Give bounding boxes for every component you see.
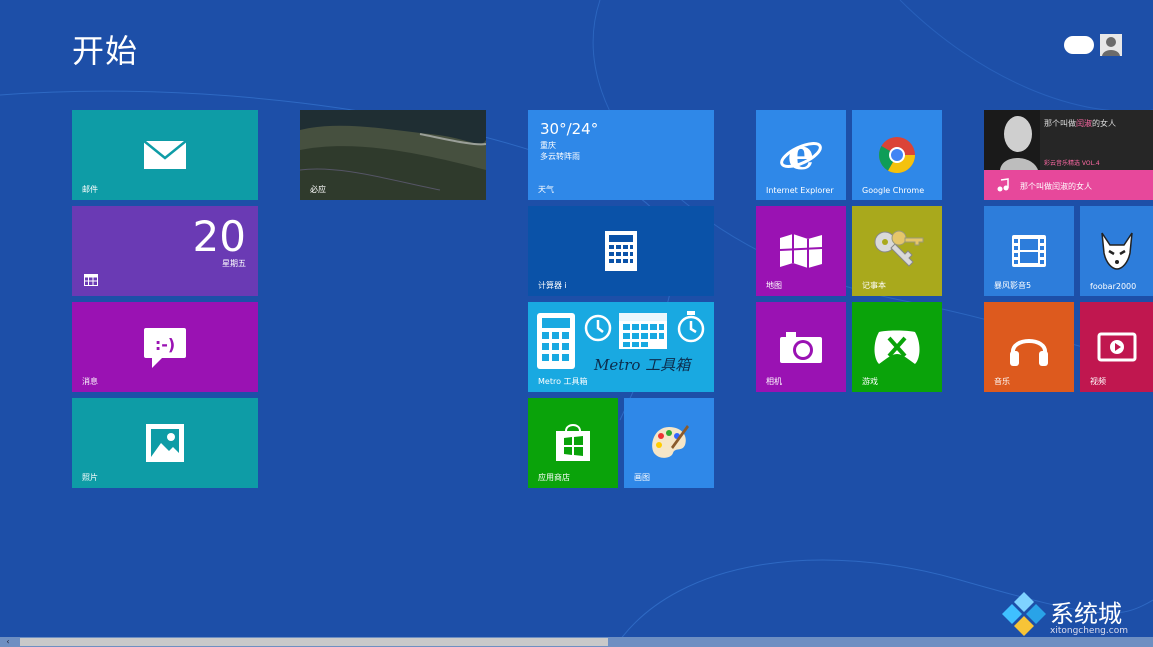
user-icon: [1102, 37, 1120, 56]
headphones-icon: [1010, 339, 1048, 366]
tile-calculator[interactable]: 计算器 i: [528, 206, 714, 296]
scroll-left-icon[interactable]: ‹: [0, 637, 16, 647]
tile-xbox-games[interactable]: 游戏: [852, 302, 942, 392]
photos-icon: [146, 424, 184, 462]
diamond-logo-icon: [1002, 592, 1046, 636]
tile-camera[interactable]: 相机: [756, 302, 846, 392]
tile-mail[interactable]: 邮件: [72, 110, 258, 200]
calendar-date: 20: [192, 212, 246, 261]
tile-video-player[interactable]: 暴风影音5: [984, 206, 1074, 296]
paint-palette-icon: [652, 425, 689, 458]
tile-label: 暴风影音5: [994, 281, 1032, 290]
tile-label: 天气: [538, 185, 554, 194]
tile-store[interactable]: 应用商店: [528, 398, 618, 488]
stopwatch-icon: [677, 311, 705, 343]
mail-icon: [143, 140, 187, 169]
tile-label: 应用商店: [538, 473, 570, 482]
singer-photo: [984, 110, 1040, 170]
keys-icon: [874, 230, 924, 267]
clock-icon: [584, 314, 612, 342]
page-title: 开始: [72, 32, 139, 70]
weather-condition: 多云转阵雨: [540, 152, 580, 161]
tile-label: Internet Explorer: [766, 186, 834, 195]
tile-label: 相机: [766, 377, 782, 386]
tile-metro-tools[interactable]: Metro 工具箱 Metro 工具箱: [528, 302, 714, 392]
avatar[interactable]: [1100, 34, 1122, 56]
tile-music[interactable]: 音乐: [984, 302, 1074, 392]
user-name: [1064, 36, 1094, 54]
watermark-url: xitongcheng.com: [1050, 626, 1128, 636]
tile-photos[interactable]: 照片: [72, 398, 258, 488]
scroll-thumb[interactable]: [20, 638, 608, 646]
camera-icon: [780, 332, 822, 363]
metro-tools-logo-text: Metro 工具箱: [594, 356, 691, 374]
tile-label: 照片: [82, 473, 98, 482]
tile-paint[interactable]: 画图: [624, 398, 714, 488]
chrome-icon: [878, 137, 915, 174]
tile-weather[interactable]: 30°/24° 重庆 多云转阵雨 天气: [528, 110, 714, 200]
tile-keys[interactable]: 记事本: [852, 206, 942, 296]
chat-smiley-icon: :-): [144, 328, 186, 368]
calculator-icon: [605, 231, 637, 271]
tile-google-chrome[interactable]: Google Chrome: [852, 110, 942, 200]
tile-calendar[interactable]: 20 星期五: [72, 206, 258, 296]
tile-maps[interactable]: 地图: [756, 206, 846, 296]
tile-label: Metro 工具箱: [538, 377, 588, 386]
tile-label: 消息: [82, 377, 98, 386]
tile-label: 必应: [310, 185, 326, 194]
tile-label: Google Chrome: [862, 186, 925, 195]
aerial-photo: [300, 110, 486, 200]
tile-label: 计算器 i: [538, 281, 567, 290]
tile-messaging[interactable]: :-) 消息: [72, 302, 258, 392]
calculator-icon: [537, 313, 575, 369]
tile-bing-photo[interactable]: 必应: [300, 110, 486, 200]
hero-bar-label: 那个叫做闰淑的女人: [1020, 182, 1092, 191]
music-note-icon: [997, 178, 1009, 192]
hero-headline-tail: 的女人: [1092, 119, 1116, 128]
weather-temperature: 30°/24°: [540, 120, 599, 138]
tile-label: 邮件: [82, 185, 98, 194]
store-bag-icon: [556, 424, 590, 461]
tile-label: 地图: [766, 281, 782, 290]
tile-label: 记事本: [862, 281, 886, 290]
svg-text::-): :-): [155, 335, 175, 354]
tile-label: foobar2000: [1090, 282, 1137, 291]
tile-label: 游戏: [862, 377, 878, 386]
user-account[interactable]: [1064, 34, 1122, 56]
xbox-controller-icon: [874, 330, 920, 364]
calendar-icon: [84, 274, 98, 286]
internet-explorer-icon: e: [780, 133, 822, 177]
hero-subtitle: 彩云音乐精选 VOL.4: [1044, 160, 1100, 167]
tile-internet-explorer[interactable]: e Internet Explorer: [756, 110, 846, 200]
horizontal-scrollbar[interactable]: ‹: [0, 637, 1153, 647]
hero-headline-accent: 闰淑: [1076, 119, 1092, 128]
tile-label: 音乐: [994, 377, 1010, 386]
map-icon: [779, 234, 823, 268]
video-play-icon: [1097, 332, 1137, 362]
weather-city: 重庆: [540, 141, 556, 150]
hero-headline: 那个叫做: [1044, 119, 1076, 128]
tile-foobar2000[interactable]: foobar2000: [1080, 206, 1153, 296]
svg-text:e: e: [788, 133, 815, 177]
film-strip-icon: [1012, 235, 1046, 267]
tile-video[interactable]: 视频: [1080, 302, 1153, 392]
watermark-logo: 系统城 xitongcheng.com: [1000, 590, 1150, 640]
foobar-fox-icon: [1101, 232, 1133, 270]
tile-label: 画图: [634, 473, 650, 482]
calendar-grid-icon: [619, 313, 667, 349]
watermark-text: 系统城: [1050, 600, 1122, 628]
calendar-weekday: 星期五: [222, 259, 246, 268]
tile-music-hero[interactable]: 那个叫做闰淑的女人 彩云音乐精选 VOL.4 那个叫做闰淑的女人: [984, 110, 1153, 200]
tile-label: 视频: [1090, 377, 1106, 386]
